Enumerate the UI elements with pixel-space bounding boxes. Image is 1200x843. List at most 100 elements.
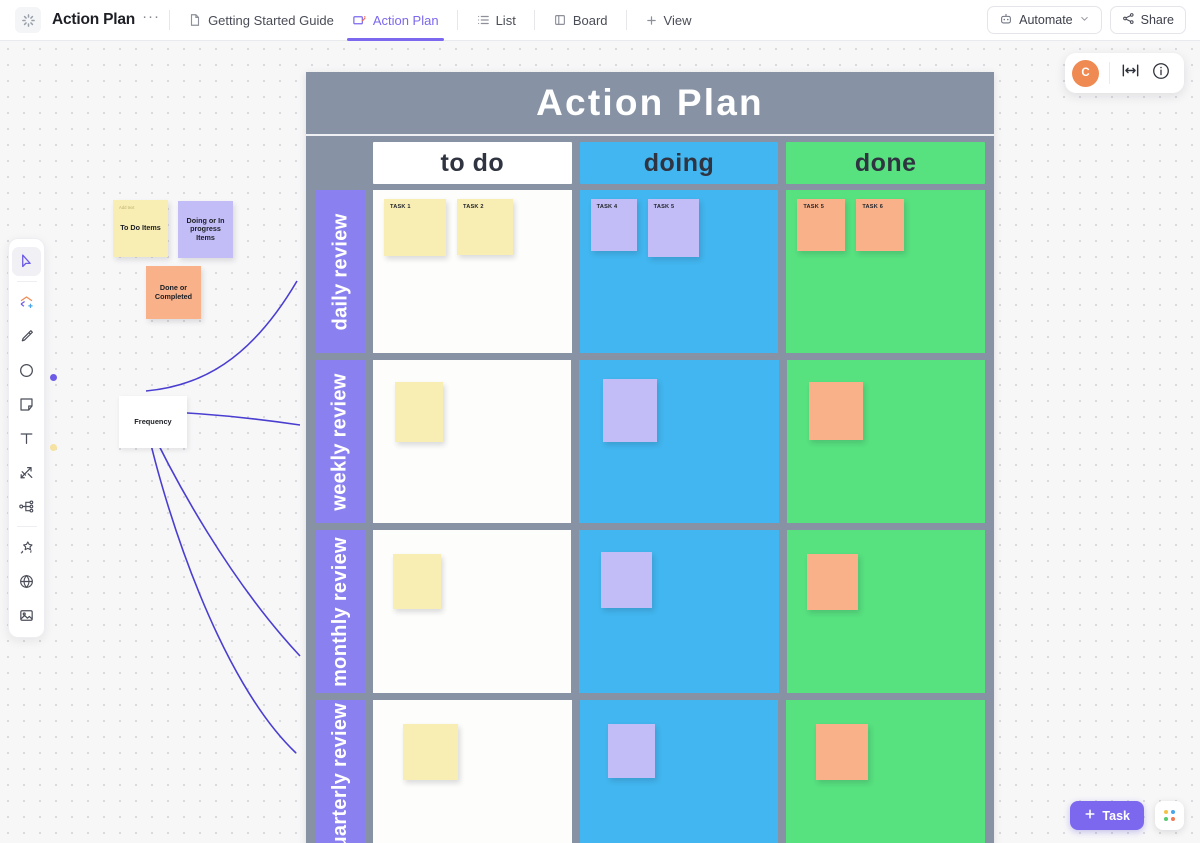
board-icon [553, 13, 567, 27]
chevron-down-icon[interactable] [1079, 13, 1090, 27]
cell-daily-done[interactable]: TASK 5 TASK 6 [786, 190, 985, 353]
task-card[interactable] [393, 554, 441, 609]
whiteboard-canvas[interactable]: Add text To Do Items Doing or In progres… [0, 41, 1200, 843]
tab-label: Action Plan [373, 13, 439, 28]
task-card[interactable] [807, 554, 858, 610]
tab-label: List [496, 13, 516, 28]
plus-icon [1084, 808, 1096, 823]
canvas-top-right-widget: C [1065, 53, 1184, 93]
whiteboard-toolbar [8, 238, 45, 638]
tab-getting-started-guide[interactable]: Getting Started Guide [179, 0, 343, 41]
cell-quarterly-doing[interactable] [580, 700, 777, 843]
add-task-button[interactable]: Task [1070, 801, 1144, 830]
magic-wand-icon[interactable] [12, 533, 41, 562]
row-label-text: weekly review [330, 373, 350, 510]
task-card[interactable] [816, 724, 868, 780]
sticky-note-icon[interactable] [12, 390, 41, 419]
share-button[interactable]: Share [1110, 6, 1186, 34]
canvas-dot-purple [50, 374, 57, 381]
arrows-icon[interactable] [12, 458, 41, 487]
row-label-daily-review[interactable]: daily review [315, 190, 365, 353]
row-label-quarterly-review[interactable]: quarterly review [315, 700, 365, 843]
node-label: Frequency [134, 418, 171, 427]
text-t-icon[interactable] [12, 424, 41, 453]
tab-board[interactable]: Board [544, 0, 617, 41]
sticky-label: To Do Items [120, 224, 161, 233]
automate-button[interactable]: Automate [987, 6, 1102, 34]
pen-icon[interactable] [12, 322, 41, 351]
cell-quarterly-to-do[interactable] [373, 700, 572, 843]
sticky-note-done-items[interactable]: Done or Completed [146, 266, 201, 319]
task-card[interactable] [608, 724, 655, 778]
task-card[interactable]: TASK 5 [648, 199, 699, 257]
cell-monthly-doing[interactable] [579, 530, 779, 693]
page-more-button[interactable]: ··· [142, 13, 160, 27]
automate-label: Automate [1019, 13, 1073, 27]
board-row: monthly review [315, 530, 985, 693]
action-plan-board[interactable]: Action Plan to do doing done daily revie… [306, 72, 994, 843]
cell-monthly-done[interactable] [787, 530, 985, 693]
avatar[interactable]: C [1072, 60, 1099, 87]
task-card[interactable]: TASK 5 [797, 199, 845, 251]
divider [1109, 62, 1110, 84]
sticky-placeholder: Add text [119, 205, 134, 210]
tab-action-plan[interactable]: Action Plan [343, 0, 448, 41]
top-bar: Action Plan ··· Getting Started Guide Ac… [0, 0, 1200, 41]
board-title: Action Plan [306, 72, 994, 136]
cell-weekly-done[interactable] [787, 360, 985, 523]
info-icon[interactable] [1151, 61, 1171, 86]
cell-daily-to-do[interactable]: TASK 1 TASK 2 [373, 190, 572, 353]
add-task-label: Task [1102, 809, 1130, 823]
board-row: weekly review [315, 360, 985, 523]
board-row: daily review TASK 1 TASK 2 TASK 4 TASK 5… [315, 190, 985, 353]
cell-weekly-doing[interactable] [579, 360, 779, 523]
task-card[interactable] [603, 379, 657, 442]
column-header-done[interactable]: done [786, 142, 985, 184]
apps-grid-icon[interactable] [1155, 801, 1184, 830]
divider [169, 10, 170, 30]
tab-label: View [664, 13, 692, 28]
tab-label: Getting Started Guide [208, 13, 334, 28]
cursor-icon[interactable] [12, 247, 41, 276]
task-card[interactable] [403, 724, 458, 780]
task-card[interactable] [395, 382, 443, 442]
task-card[interactable] [809, 382, 863, 440]
mindmap-node-frequency[interactable]: Frequency [119, 396, 187, 448]
globe-icon[interactable] [12, 567, 41, 596]
task-card[interactable]: TASK 1 [384, 199, 446, 256]
column-header-to-do[interactable]: to do [373, 142, 572, 184]
page-title: Action Plan [52, 11, 135, 29]
tab-add-view[interactable]: View [636, 0, 701, 41]
row-label-text: daily review [330, 213, 350, 330]
shapes-plus-icon[interactable] [12, 288, 41, 317]
task-card[interactable] [601, 552, 652, 608]
board-corner [315, 142, 365, 184]
image-icon[interactable] [12, 601, 41, 630]
row-label-weekly-review[interactable]: weekly review [315, 360, 365, 523]
cell-quarterly-done[interactable] [786, 700, 985, 843]
column-header-doing[interactable]: doing [580, 142, 779, 184]
fit-to-screen-icon[interactable] [1120, 60, 1141, 86]
row-label-text: monthly review [330, 537, 350, 687]
board-column-headers: to do doing done [306, 136, 994, 190]
task-card[interactable]: TASK 4 [591, 199, 637, 251]
whiteboard-icon [352, 13, 367, 28]
divider [457, 10, 458, 30]
task-card[interactable]: TASK 6 [856, 199, 904, 251]
cell-daily-doing[interactable]: TASK 4 TASK 5 [580, 190, 779, 353]
row-label-text: quarterly review [330, 702, 350, 843]
cell-weekly-to-do[interactable] [373, 360, 571, 523]
sticky-note-doing-items[interactable]: Doing or In progress Items [178, 201, 233, 258]
robot-icon [999, 12, 1013, 29]
mindmap-icon[interactable] [12, 492, 41, 521]
divider [17, 281, 37, 282]
list-icon [476, 13, 490, 27]
row-label-monthly-review[interactable]: monthly review [315, 530, 365, 693]
clickup-logo-icon[interactable] [15, 7, 41, 33]
tab-list[interactable]: List [467, 0, 525, 41]
circle-icon[interactable] [12, 356, 41, 385]
sticky-note-to-do-items[interactable]: Add text To Do Items [113, 200, 168, 257]
top-bar-actions: Automate Share [987, 6, 1186, 34]
cell-monthly-to-do[interactable] [373, 530, 571, 693]
task-card[interactable]: TASK 2 [457, 199, 513, 255]
